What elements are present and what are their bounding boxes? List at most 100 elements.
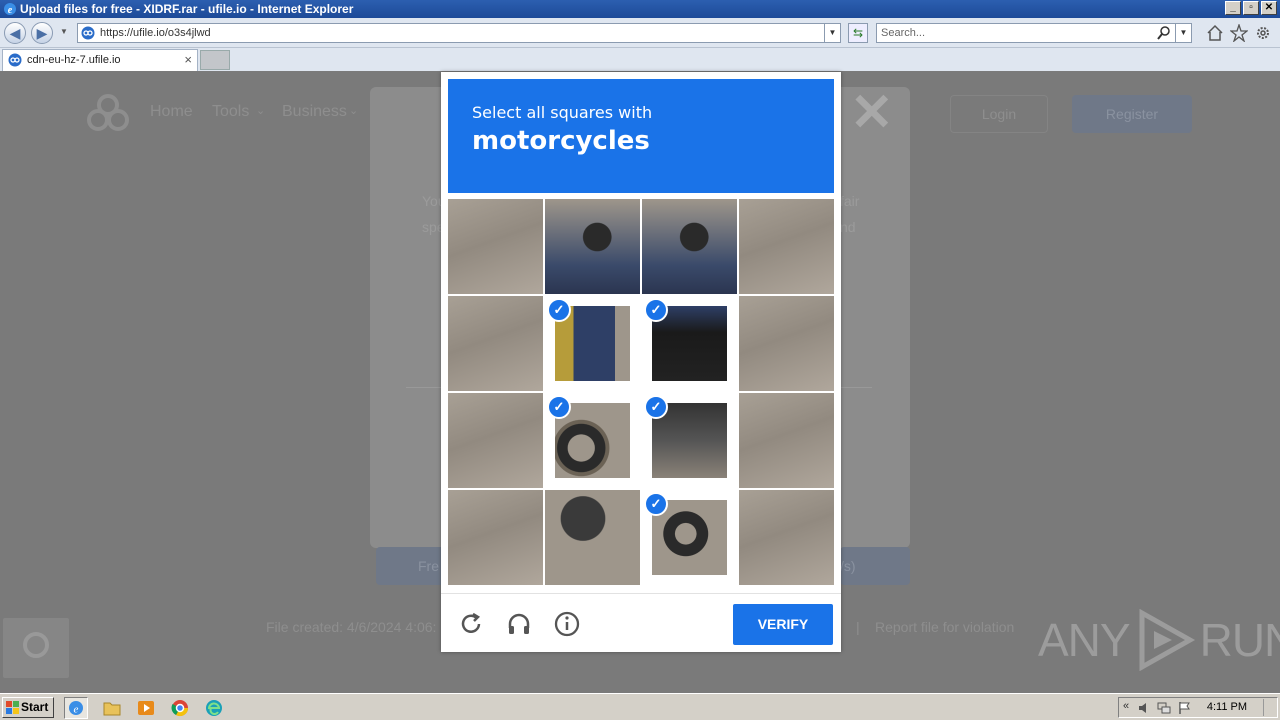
url-text: https://ufile.io/o3s4jlwd	[100, 27, 211, 39]
captcha-tile[interactable]: ✓	[545, 393, 640, 488]
minimize-button[interactable]: _	[1225, 1, 1241, 15]
search-icon[interactable]	[1157, 25, 1171, 41]
free-download-button[interactable]: Fre	[376, 547, 448, 585]
captcha-tile[interactable]: ✓	[642, 393, 737, 488]
captcha-tile[interactable]: ✓	[545, 296, 640, 391]
svg-text:e: e	[74, 704, 79, 716]
checkmark-icon: ✓	[547, 395, 571, 419]
volume-icon[interactable]	[1137, 701, 1151, 715]
taskbar-chrome-button[interactable]	[168, 697, 192, 719]
search-placeholder: Search...	[881, 27, 926, 39]
new-tab-button[interactable]	[200, 50, 230, 70]
back-button[interactable]: ◀	[4, 22, 26, 44]
verify-button[interactable]: VERIFY	[733, 604, 833, 645]
tab-ufile[interactable]: cdn-eu-hz-7.ufile.io ×	[2, 49, 198, 71]
recaptcha-logo-icon	[23, 632, 49, 658]
windows-flag-icon	[6, 701, 19, 714]
taskbar-media-player-button[interactable]	[134, 697, 158, 719]
start-button[interactable]: Start	[2, 697, 54, 718]
captcha-tile[interactable]	[739, 490, 834, 585]
network-icon[interactable]	[1157, 701, 1171, 715]
search-dropdown-icon[interactable]: ▼	[1175, 24, 1191, 42]
captcha-footer: VERIFY	[441, 593, 841, 652]
captcha-tile[interactable]	[448, 199, 543, 294]
captcha-tile-image	[448, 199, 543, 294]
captcha-tile-image	[448, 296, 543, 391]
captcha-instruction: Select all squares with	[472, 103, 653, 122]
anyrun-watermark: ANY RUN	[1038, 609, 1280, 671]
captcha-image-grid: ✓ ✓ ✓ ✓ ✓	[448, 199, 834, 585]
captcha-tile[interactable]	[739, 296, 834, 391]
chrome-icon	[171, 700, 189, 717]
internet-explorer-icon: e	[69, 701, 83, 716]
browser-navbar: ◀ ▶ ▼ https://ufile.io/o3s4jlwd ▼ ⇆ Sear…	[0, 18, 1280, 48]
footer-separator: |	[856, 619, 860, 635]
search-box[interactable]: Search... ▼	[876, 23, 1192, 43]
nav-home-link[interactable]: Home	[150, 103, 193, 121]
modal-close-icon[interactable]: ✕	[850, 87, 894, 139]
forward-arrow-icon: ▶	[36, 25, 48, 41]
info-icon[interactable]	[553, 610, 581, 638]
nav-tools-link[interactable]: Tools	[212, 103, 249, 121]
captcha-tile[interactable]	[448, 393, 543, 488]
captcha-tile[interactable]	[448, 296, 543, 391]
forward-button[interactable]: ▶	[31, 22, 53, 44]
captcha-tile[interactable]	[642, 199, 737, 294]
taskbar-ie-button[interactable]: e	[64, 697, 88, 719]
captcha-tile-image	[448, 393, 543, 488]
captcha-tile-image	[739, 490, 834, 585]
settings-gear-icon[interactable]	[1254, 24, 1272, 42]
tab-favicon-icon	[8, 53, 22, 67]
show-desktop-button[interactable]	[1263, 699, 1275, 716]
captcha-tile-image	[739, 393, 834, 488]
address-bar[interactable]: https://ufile.io/o3s4jlwd ▼	[77, 23, 841, 43]
captcha-tile[interactable]	[448, 490, 543, 585]
tools-chevron-icon: ⌄	[256, 105, 266, 117]
captcha-tile-image	[545, 490, 640, 585]
business-chevron-icon: ⌄	[349, 105, 359, 117]
recaptcha-challenge: Select all squares with motorcycles ✓ ✓ ✓ ✓…	[441, 72, 841, 652]
captcha-tile[interactable]: ✓	[642, 296, 737, 391]
address-dropdown-icon[interactable]: ▼	[824, 24, 840, 42]
register-button[interactable]: Register	[1072, 95, 1192, 133]
history-dropdown-icon[interactable]: ▼	[60, 27, 68, 36]
captcha-tile-image	[545, 199, 640, 294]
captcha-tile[interactable]	[545, 199, 640, 294]
recaptcha-badge[interactable]	[3, 618, 69, 678]
modal-text-fragment: fair	[840, 193, 860, 209]
audio-challenge-headphones-icon[interactable]	[505, 610, 533, 638]
windows-taskbar: Start e « 4:11 PM	[0, 693, 1280, 720]
file-created-text: File created: 4/6/2024 4:06:	[266, 619, 437, 635]
captcha-tile[interactable]	[545, 490, 640, 585]
captcha-tile[interactable]	[739, 199, 834, 294]
window-title: Upload files for free - XIDRF.rar - ufil…	[20, 2, 354, 16]
captcha-tile[interactable]	[739, 393, 834, 488]
tray-expand-icon[interactable]: «	[1123, 700, 1129, 712]
taskbar-explorer-button[interactable]	[100, 697, 124, 719]
report-violation-link[interactable]: Report file for violation	[875, 619, 1014, 635]
login-button[interactable]: Login	[950, 95, 1048, 133]
action-center-flag-icon[interactable]	[1177, 701, 1191, 715]
start-label: Start	[21, 700, 49, 714]
watermark-text-right: RUN	[1199, 614, 1280, 666]
captcha-tile[interactable]: ✓	[642, 490, 737, 585]
media-player-icon	[138, 701, 154, 715]
edge-icon	[206, 700, 222, 716]
internet-explorer-icon: e	[4, 3, 16, 16]
modal-text-fragment: nd	[840, 219, 856, 235]
home-icon[interactable]	[1206, 24, 1224, 42]
premium-download-button[interactable]: /s)	[840, 547, 910, 585]
favorites-star-icon[interactable]	[1230, 24, 1248, 42]
nav-business-link[interactable]: Business	[282, 103, 347, 121]
watermark-text-left: ANY	[1038, 614, 1131, 666]
reload-icon[interactable]	[457, 610, 485, 638]
tab-close-icon[interactable]: ×	[184, 50, 192, 70]
tab-bar: cdn-eu-hz-7.ufile.io ×	[0, 48, 1280, 71]
taskbar-edge-button[interactable]	[202, 697, 226, 719]
back-arrow-icon: ◀	[9, 25, 21, 41]
folder-icon	[103, 702, 121, 716]
maximize-button[interactable]: ▫	[1243, 1, 1259, 15]
captcha-tile-image	[739, 199, 834, 294]
refresh-button[interactable]: ⇆	[848, 23, 868, 43]
close-window-button[interactable]: ✕	[1261, 1, 1277, 15]
